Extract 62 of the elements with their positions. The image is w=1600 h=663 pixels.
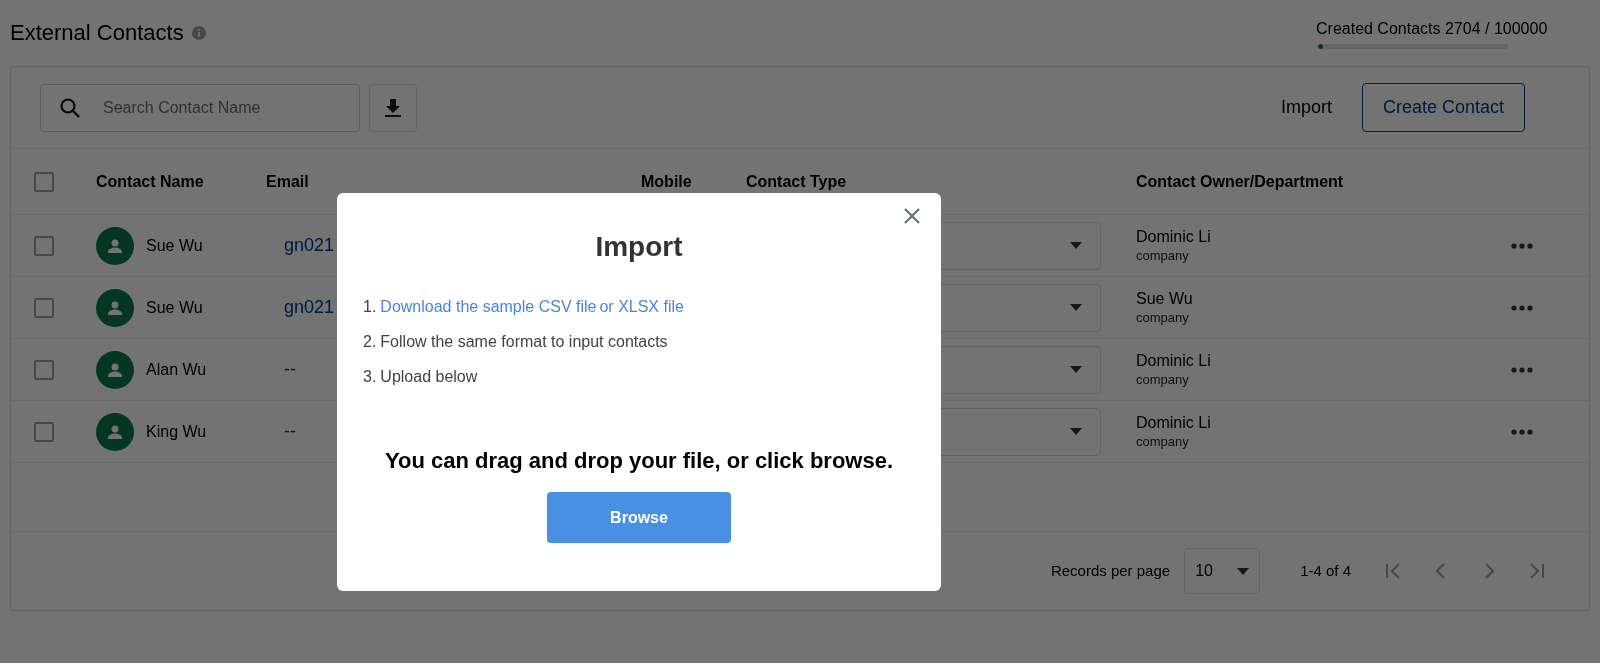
checkbox[interactable] (34, 421, 54, 442)
per-page-value: 10 (1195, 561, 1213, 581)
more-icon[interactable] (1511, 366, 1533, 373)
search-field[interactable]: Search Contact Name (40, 83, 360, 132)
search-icon (58, 95, 82, 120)
caret-icon (1070, 428, 1082, 435)
browse-button[interactable]: Browse (547, 492, 731, 543)
department-name: company (1136, 308, 1190, 327)
contact-name: Alan Wu (146, 359, 207, 380)
checkbox[interactable] (34, 235, 54, 256)
contact-name: Sue Wu (146, 235, 203, 256)
checkbox[interactable] (34, 359, 54, 380)
department-name: company (1136, 370, 1190, 389)
department-name: company (1136, 432, 1190, 451)
more-icon[interactable] (1511, 428, 1533, 435)
step-text: Upload below (380, 367, 478, 387)
column-header: Contact Type (746, 171, 848, 192)
email-link[interactable]: gn021 (284, 232, 335, 259)
sample-file-link[interactable]: or XLSX file (599, 295, 684, 318)
step-number: 1. (363, 297, 377, 317)
owner-name: Dominic Li (1136, 226, 1212, 247)
contact-name: King Wu (146, 421, 207, 442)
caret-icon (1237, 567, 1250, 575)
caret-icon (1070, 304, 1082, 311)
page-title: External Contacts (10, 19, 184, 47)
avatar-icon (96, 350, 134, 389)
column-header: Contact Owner/Department (1136, 171, 1345, 192)
email-link[interactable]: -- (284, 356, 296, 383)
info-icon[interactable] (191, 26, 206, 40)
checkbox[interactable] (34, 297, 54, 318)
contact-name: Sue Wu (146, 297, 203, 318)
email-link[interactable]: -- (284, 418, 296, 445)
step-number: 2. (363, 332, 377, 352)
owner-name: Dominic Li (1136, 350, 1212, 371)
sample-file-link[interactable]: Download the sample CSV file (380, 295, 597, 318)
import-button[interactable]: Import (1278, 83, 1334, 132)
avatar-icon (96, 226, 134, 265)
column-header: Mobile (641, 171, 693, 192)
download-icon (382, 96, 404, 119)
more-icon[interactable] (1511, 304, 1533, 311)
step-text: Follow the same format to input contacts (380, 332, 668, 352)
email-link[interactable]: gn021 (284, 294, 335, 321)
drop-hint: You can drag and drop your file, or click browse. (383, 447, 895, 475)
owner-name: Dominic Li (1136, 412, 1212, 433)
department-name: company (1136, 246, 1190, 265)
avatar-icon (96, 288, 134, 327)
caret-icon (1070, 242, 1082, 249)
download-button[interactable] (369, 83, 417, 132)
page-range: 1-4 of 4 (1300, 560, 1351, 581)
avatar-icon (96, 412, 134, 451)
caret-icon (1070, 366, 1082, 373)
more-icon[interactable] (1511, 242, 1533, 249)
owner-name: Sue Wu (1136, 288, 1194, 309)
per-page-dropdown[interactable]: 10 (1184, 548, 1261, 594)
column-header: Contact Name (96, 171, 205, 192)
checkbox[interactable] (34, 171, 54, 192)
records-per-page-label: Records per page (1050, 560, 1171, 581)
dialog-title: Import (594, 230, 684, 264)
quota-label: Created Contacts 2704 / 100000 (1316, 19, 1549, 39)
column-header: Email (266, 171, 310, 192)
step-number: 3. (363, 367, 377, 387)
create-contact-button[interactable]: Create Contact (1361, 83, 1525, 132)
